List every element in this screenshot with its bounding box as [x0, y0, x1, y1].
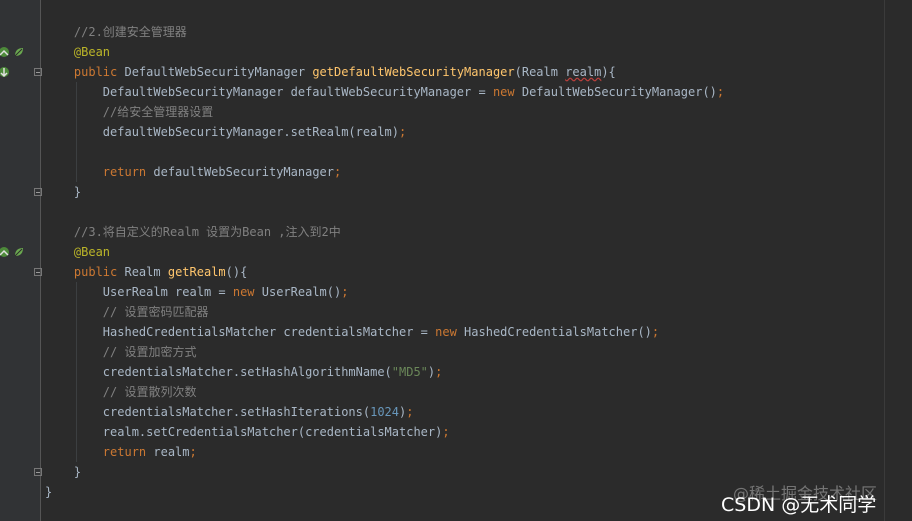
code-token: ; — [651, 325, 660, 339]
bean-run-icon[interactable] — [0, 246, 10, 258]
code-token: Realm — [124, 265, 168, 279]
code-line[interactable]: credentialsMatcher.setHashAlgorithmName(… — [45, 362, 724, 382]
fold-toggle-icon[interactable] — [34, 188, 42, 196]
code-line[interactable]: // 设置散列次数 — [45, 382, 724, 402]
code-token: } — [73, 465, 82, 479]
code-token: realm.setCredentialsMatcher(credentialsM… — [102, 425, 443, 439]
code-token: @Bean — [73, 245, 111, 259]
code-token: credentialsMatcher.setHashAlgorithmName( — [102, 365, 392, 379]
code-token: realm — [565, 65, 602, 79]
csdn-author-label: CSDN @无术同学 — [721, 494, 877, 516]
code-token: //给安全管理器设置 — [102, 105, 214, 119]
code-line[interactable] — [45, 202, 724, 222]
code-line[interactable]: } — [45, 482, 724, 502]
code-line[interactable]: } — [45, 462, 724, 482]
code-line[interactable]: @Bean — [45, 242, 724, 262]
fold-toggle-icon[interactable] — [34, 468, 42, 476]
code-line[interactable]: DefaultWebSecurityManager defaultWebSecu… — [45, 82, 724, 102]
code-token: return — [102, 165, 154, 179]
right-margin-guide — [884, 0, 885, 521]
code-token: UserRealm realm = — [102, 285, 233, 299]
bean-leaf-icon[interactable] — [13, 46, 25, 58]
code-token: @Bean — [73, 45, 111, 59]
code-line[interactable]: public Realm getRealm(){ — [45, 262, 724, 282]
editor-gutter — [0, 0, 40, 521]
code-line[interactable]: UserRealm realm = new UserRealm(); — [45, 282, 724, 302]
code-token: ; — [716, 85, 725, 99]
code-token: HashedCredentialsMatcher credentialsMatc… — [102, 325, 436, 339]
code-line[interactable]: credentialsMatcher.setHashIterations(102… — [45, 402, 724, 422]
code-token: // 设置散列次数 — [102, 385, 197, 399]
code-line[interactable]: @Bean — [45, 42, 724, 62]
fold-toggle-icon[interactable] — [34, 268, 42, 276]
code-token: ){ — [601, 65, 616, 79]
code-token: getDefaultWebSecurityManager — [312, 65, 515, 79]
code-editor[interactable]: //2.创建安全管理器 @Bean public DefaultWebSecur… — [0, 0, 912, 521]
code-token: ; — [334, 165, 342, 179]
code-line[interactable]: return realm; — [45, 442, 724, 462]
code-line[interactable]: // 设置加密方式 — [45, 342, 724, 362]
code-token: DefaultWebSecurityManager — [124, 65, 313, 79]
code-token: 1024 — [370, 405, 400, 419]
code-line[interactable]: public DefaultWebSecurityManager getDefa… — [45, 62, 724, 82]
code-token: // 设置加密方式 — [102, 345, 197, 359]
fold-toggle-icon[interactable] — [34, 68, 42, 76]
code-token: realm — [153, 445, 190, 459]
code-token: HashedCredentialsMatcher() — [464, 325, 652, 339]
code-token: defaultWebSecurityManager — [153, 165, 334, 179]
code-line[interactable]: defaultWebSecurityManager.setRealm(realm… — [45, 122, 724, 142]
code-token: credentialsMatcher.setHashIterations( — [102, 405, 371, 419]
bean-leaf-icon[interactable] — [13, 246, 25, 258]
code-token: ; — [341, 285, 349, 299]
code-token: (){ — [225, 265, 248, 279]
code-token: ; — [442, 425, 450, 439]
code-line[interactable]: } — [45, 182, 724, 202]
code-token: ; — [406, 405, 414, 419]
code-token: return — [102, 445, 154, 459]
gutter-separator — [40, 0, 41, 521]
code-token: } — [45, 485, 53, 499]
code-token: defaultWebSecurityManager.setRealm(realm… — [102, 125, 400, 139]
code-token: (Realm — [514, 65, 566, 79]
code-line[interactable]: //2.创建安全管理器 — [45, 22, 724, 42]
code-line[interactable]: return defaultWebSecurityManager; — [45, 162, 724, 182]
indent-guide — [76, 282, 77, 462]
code-token: new — [232, 285, 262, 299]
code-area[interactable]: //2.创建安全管理器 @Bean public DefaultWebSecur… — [45, 22, 724, 502]
code-line[interactable]: //给安全管理器设置 — [45, 102, 724, 122]
code-token: // 设置密码匹配器 — [102, 305, 209, 319]
code-token: "MD5" — [391, 365, 428, 379]
code-token: } — [73, 185, 82, 199]
code-token: ; — [435, 365, 443, 379]
code-line[interactable]: //3.将自定义的Realm 设置为Bean ,注入到2中 — [45, 222, 724, 242]
indent-guide — [76, 82, 77, 182]
code-line[interactable]: // 设置密码匹配器 — [45, 302, 724, 322]
code-line[interactable] — [45, 142, 724, 162]
code-token: UserRealm() — [261, 285, 342, 299]
code-token: public — [73, 265, 125, 279]
code-token: getRealm — [167, 265, 226, 279]
code-token: DefaultWebSecurityManager defaultWebSecu… — [102, 85, 493, 99]
code-token: ; — [189, 445, 197, 459]
code-token: //3.将自定义的Realm 设置为Bean ,注入到2中 — [73, 225, 341, 239]
code-token: //2.创建安全管理器 — [73, 25, 187, 39]
code-token: DefaultWebSecurityManager() — [521, 85, 717, 99]
code-token: ; — [399, 125, 407, 139]
implements-override-icon[interactable] — [0, 66, 10, 78]
code-token: new — [435, 325, 465, 339]
code-token: public — [73, 65, 125, 79]
code-line[interactable]: HashedCredentialsMatcher credentialsMatc… — [45, 322, 724, 342]
code-token: new — [492, 85, 522, 99]
bean-run-icon[interactable] — [0, 46, 10, 58]
code-line[interactable]: realm.setCredentialsMatcher(credentialsM… — [45, 422, 724, 442]
